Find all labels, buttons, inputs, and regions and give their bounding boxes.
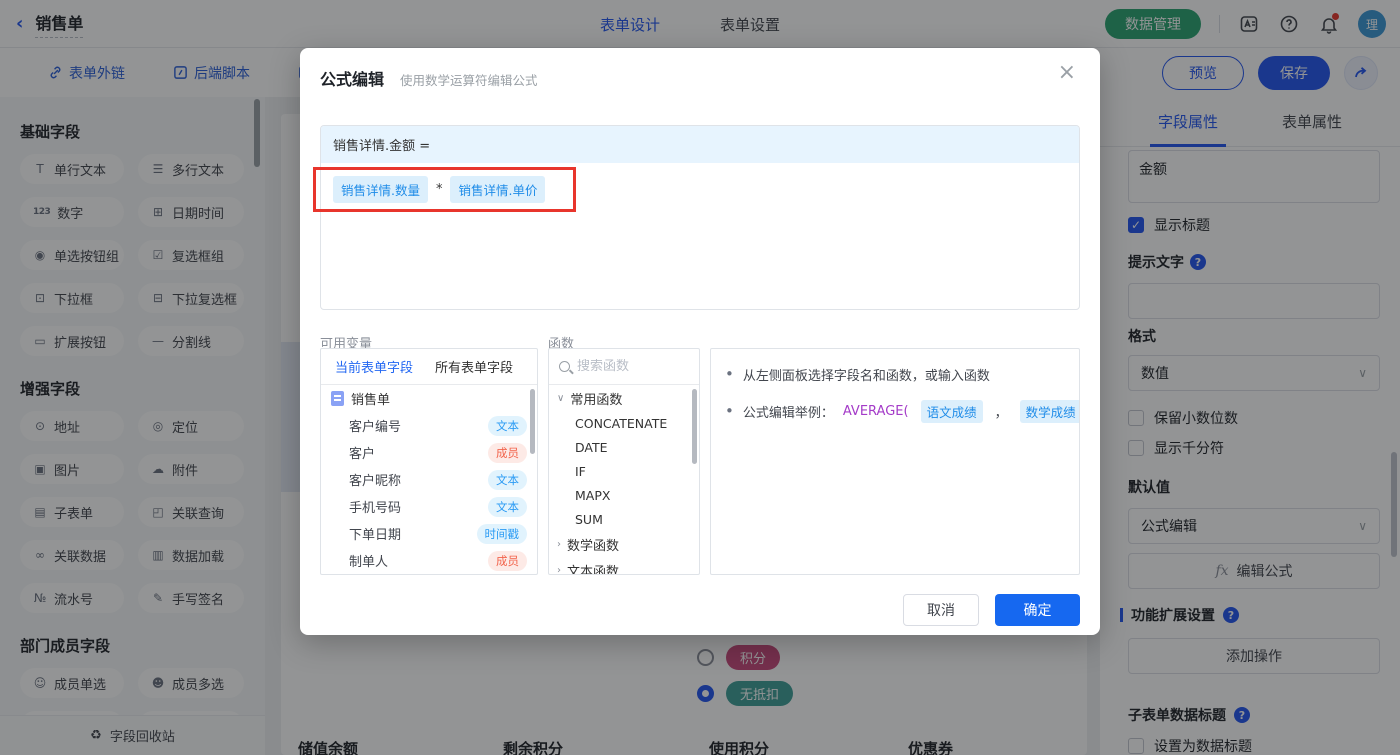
hint-line-1: • 从左侧面板选择字段名和函数，或输入函数 <box>725 365 990 385</box>
formula-edit-modal: 公式编辑 使用数学运算符编辑公式 × 销售详情.金额 = 销售详情.数量 * 销… <box>300 48 1100 635</box>
modal-header: 公式编辑 使用数学运算符编辑公式 <box>320 66 538 90</box>
search-icon <box>559 361 570 372</box>
formula-editor-box: 销售详情.金额 = 销售详情.数量 * 销售详情.单价 <box>320 125 1080 310</box>
function-group-math[interactable]: › 数学函数 <box>549 531 699 557</box>
type-badge: 文本 <box>488 469 527 490</box>
cancel-button[interactable]: 取消 <box>903 594 979 626</box>
app-root: ‹ 销售单 表单设计 表单设置 数据管理 理 表单外链 后端脚本 预览 保存 基… <box>0 0 1400 755</box>
type-badge: 时间戳 <box>476 523 527 544</box>
variable-row-order-creator[interactable]: 制单人 成员 <box>321 547 537 574</box>
tab-current-form-fields[interactable]: 当前表单字段 <box>335 357 413 376</box>
function-item-date[interactable]: DATE <box>549 435 699 459</box>
document-icon <box>331 391 344 406</box>
chevron-down-icon: ∨ <box>557 392 565 404</box>
tab-all-form-fields[interactable]: 所有表单字段 <box>435 357 513 376</box>
function-search-input[interactable] <box>577 359 677 374</box>
function-search <box>549 349 699 385</box>
example-field-chip: 语文成绩 <box>920 400 983 423</box>
variable-row-customer-no[interactable]: 客户编号 文本 <box>321 412 537 439</box>
function-item-concatenate[interactable]: CONCATENATE <box>549 411 699 435</box>
type-badge: 文本 <box>488 415 527 436</box>
type-badge: 文本 <box>488 496 527 517</box>
modal-title: 公式编辑 <box>320 70 385 89</box>
variable-row-phone[interactable]: 手机号码 文本 <box>321 493 537 520</box>
function-item-sum[interactable]: SUM <box>549 507 699 531</box>
formula-operator: * <box>435 182 443 197</box>
function-item-if[interactable]: IF <box>549 459 699 483</box>
formula-target: 销售详情.金额 = <box>321 126 1079 163</box>
confirm-button[interactable]: 确定 <box>995 594 1080 626</box>
variables-tabs: 当前表单字段 所有表单字段 <box>321 349 537 385</box>
function-group-text[interactable]: › 文本函数 <box>549 557 699 575</box>
variable-row-customer-nickname[interactable]: 客户昵称 文本 <box>321 466 537 493</box>
hints-panel: • 从左侧面板选择字段名和函数，或输入函数 • 公式编辑举例： AVERAGE(语… <box>710 348 1080 575</box>
close-icon[interactable]: × <box>1058 62 1076 84</box>
variables-scrollbar[interactable] <box>530 389 535 454</box>
hint-line-2: • 公式编辑举例：AVERAGE(语文成绩，数学成绩) <box>725 400 1079 423</box>
modal-subtitle: 使用数学运算符编辑公式 <box>400 73 538 88</box>
example-field-chip: 数学成绩 <box>1019 400 1079 423</box>
functions-scrollbar[interactable] <box>692 389 697 464</box>
formula-token-unit-price[interactable]: 销售详情.单价 <box>450 176 546 203</box>
chevron-right-icon: › <box>557 564 561 575</box>
functions-panel: ∨ 常用函数 CONCATENATE DATE IF MAPX SUM › 数学… <box>548 348 700 575</box>
variables-panel: 当前表单字段 所有表单字段 销售单 客户编号 文本 客户 成员 客户昵称 文本 … <box>320 348 538 575</box>
variable-row-customer[interactable]: 客户 成员 <box>321 439 537 466</box>
type-badge: 成员 <box>488 550 527 571</box>
tree-root-sales-order[interactable]: 销售单 <box>321 385 537 412</box>
function-group-common[interactable]: ∨ 常用函数 <box>549 385 699 411</box>
example-function-name: AVERAGE( <box>842 404 909 419</box>
formula-token-quantity[interactable]: 销售详情.数量 <box>333 176 428 203</box>
function-item-mapx[interactable]: MAPX <box>549 483 699 507</box>
formula-expression-editor[interactable]: 销售详情.数量 * 销售详情.单价 <box>321 163 1079 216</box>
type-badge: 成员 <box>488 442 527 463</box>
variable-row-order-date[interactable]: 下单日期 时间戳 <box>321 520 537 547</box>
chevron-right-icon: › <box>557 538 561 550</box>
